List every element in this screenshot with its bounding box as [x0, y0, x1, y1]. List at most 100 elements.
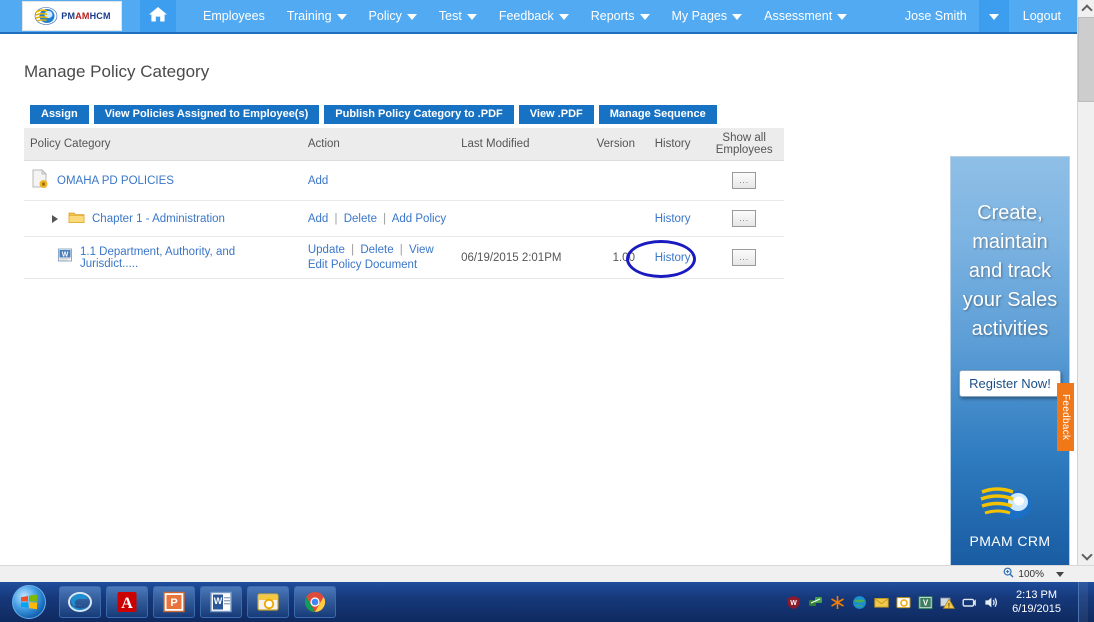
cell-history: History — [641, 237, 704, 279]
cell-history: History — [641, 201, 704, 237]
register-now-button[interactable]: Register Now! — [959, 370, 1061, 397]
taskbar-powerpoint-icon[interactable]: P — [153, 586, 195, 618]
folder-icon — [68, 210, 85, 227]
cell-policy-category: W 1.1 Department, Authority, and Jurisdi… — [24, 237, 302, 279]
chevron-down-icon — [732, 14, 742, 20]
zoom-level-label: 100% — [1018, 569, 1044, 580]
shield-icon[interactable]: W — [786, 595, 801, 610]
show-all-employees-button[interactable]: ... — [732, 172, 756, 189]
svg-text:P: P — [170, 597, 177, 609]
feedback-tab[interactable]: Feedback — [1057, 383, 1074, 451]
cell-action: Add | Delete | Add Policy — [302, 201, 455, 237]
advertisement-panel[interactable]: Create, maintain and track your Sales ac… — [950, 156, 1070, 596]
table-row: OMAHA PD POLICIES Add ... — [24, 161, 784, 201]
edit-policy-document-link[interactable]: Edit Policy Document — [308, 259, 417, 271]
column-header-show-all-employees: Show all Employees — [704, 128, 784, 161]
network-icon[interactable] — [962, 595, 977, 610]
policy-category-name[interactable]: OMAHA PD POLICIES — [57, 175, 174, 187]
user-menu-button[interactable] — [979, 0, 1009, 32]
nav-item-feedback[interactable]: Feedback — [488, 0, 580, 32]
globe-icon — [33, 5, 59, 27]
view-pdf-button[interactable]: View .PDF — [519, 105, 594, 124]
view-policies-assigned-button[interactable]: View Policies Assigned to Employee(s) — [94, 105, 320, 124]
cell-show-all-employees: ... — [704, 201, 784, 237]
policy-category-table: Policy Category Action Last Modified Ver… — [24, 128, 784, 279]
home-button[interactable] — [140, 0, 176, 32]
cell-show-all-employees: ... — [704, 161, 784, 201]
ad-headline-line: your Sales — [951, 286, 1069, 315]
ad-headline-line: activities — [951, 315, 1069, 344]
user-name[interactable]: Jose Smith — [893, 9, 979, 23]
system-tray: W V ! — [786, 582, 1094, 622]
mail-icon[interactable] — [874, 595, 889, 610]
logout-button[interactable]: Logout — [1009, 9, 1077, 23]
scroll-up-button[interactable] — [1078, 0, 1094, 17]
expander-triangle-icon[interactable] — [52, 215, 58, 223]
delete-link[interactable]: Delete — [344, 213, 377, 225]
show-all-employees-button[interactable]: ... — [732, 249, 756, 266]
outlook-tray-icon[interactable] — [896, 595, 911, 610]
app-logo[interactable]: PMAMHCM — [22, 1, 122, 31]
cell-version — [578, 201, 641, 237]
clock-time: 2:13 PM — [1012, 588, 1061, 602]
show-desktop-button[interactable] — [1078, 582, 1088, 622]
nav-item-employees[interactable]: Employees — [192, 0, 276, 32]
cell-version: 1.00 — [578, 237, 641, 279]
scroll-down-button[interactable] — [1078, 548, 1094, 565]
delete-link[interactable]: Delete — [360, 244, 393, 256]
view-link[interactable]: View — [409, 244, 434, 256]
update-link[interactable]: Update — [308, 244, 345, 256]
history-link[interactable]: History — [655, 213, 691, 225]
taskbar-items: A P W — [59, 586, 336, 618]
table-row: Chapter 1 - Administration Add | Delete … — [24, 201, 784, 237]
chevron-down-icon — [640, 14, 650, 20]
taskbar-chrome-icon[interactable] — [294, 586, 336, 618]
scrollbar-thumb[interactable] — [1078, 17, 1094, 102]
cell-action: Update | Delete | View Edit Policy Docum… — [302, 237, 455, 279]
vertical-scrollbar[interactable] — [1077, 0, 1094, 565]
nav-item-training[interactable]: Training — [276, 0, 358, 32]
nav-item-assessment[interactable]: Assessment — [753, 0, 858, 32]
show-all-employees-button[interactable]: ... — [732, 210, 756, 227]
nav-label: Assessment — [764, 9, 832, 23]
windows-taskbar: A P W — [0, 582, 1094, 622]
publish-policy-pdf-button[interactable]: Publish Policy Category to .PDF — [324, 105, 513, 124]
taskbar-outlook-icon[interactable] — [247, 586, 289, 618]
nav-item-policy[interactable]: Policy — [358, 0, 428, 32]
taskbar-clock[interactable]: 2:13 PM 6/19/2015 — [1012, 588, 1061, 616]
chevron-down-icon — [1081, 549, 1092, 560]
zoom-control[interactable]: 100% — [1003, 567, 1064, 581]
chevron-down-icon — [1056, 572, 1064, 577]
warning-icon[interactable]: ! — [940, 595, 955, 610]
snowflake-icon[interactable] — [830, 595, 845, 610]
taskbar-internet-explorer-icon[interactable] — [59, 586, 101, 618]
nav-item-test[interactable]: Test — [428, 0, 488, 32]
nav-item-my-pages[interactable]: My Pages — [661, 0, 754, 32]
taskbar-adobe-reader-icon[interactable]: A — [106, 586, 148, 618]
ad-headline-line: and track — [951, 257, 1069, 286]
cell-policy-category: Chapter 1 - Administration — [24, 201, 302, 237]
network-sync-icon[interactable] — [808, 595, 823, 610]
pmam-globe-icon — [979, 511, 1041, 528]
cell-last-modified — [455, 201, 578, 237]
windows-start-icon[interactable] — [12, 585, 46, 619]
add-link[interactable]: Add — [308, 175, 328, 187]
nav-label: Test — [439, 9, 462, 23]
svg-text:W: W — [62, 252, 69, 259]
logo-text-pm: PM — [61, 11, 75, 21]
visio-icon[interactable]: V — [918, 595, 933, 610]
add-link[interactable]: Add — [308, 213, 328, 225]
chevron-down-icon — [989, 14, 999, 20]
policy-document-name[interactable]: 1.1 Department, Authority, and Jurisdict… — [80, 246, 296, 270]
taskbar-word-icon[interactable]: W — [200, 586, 242, 618]
assign-button[interactable]: Assign — [30, 105, 89, 124]
manage-sequence-button[interactable]: Manage Sequence — [599, 105, 717, 124]
volume-icon[interactable] — [984, 595, 999, 610]
globe-icon[interactable] — [852, 595, 867, 610]
logo-text-hcm: HCM — [90, 11, 111, 21]
history-link[interactable]: History — [655, 252, 691, 264]
policy-category-name[interactable]: Chapter 1 - Administration — [92, 213, 225, 225]
word-document-icon: W — [58, 248, 73, 267]
nav-item-reports[interactable]: Reports — [580, 0, 661, 32]
add-policy-link[interactable]: Add Policy — [392, 213, 446, 225]
